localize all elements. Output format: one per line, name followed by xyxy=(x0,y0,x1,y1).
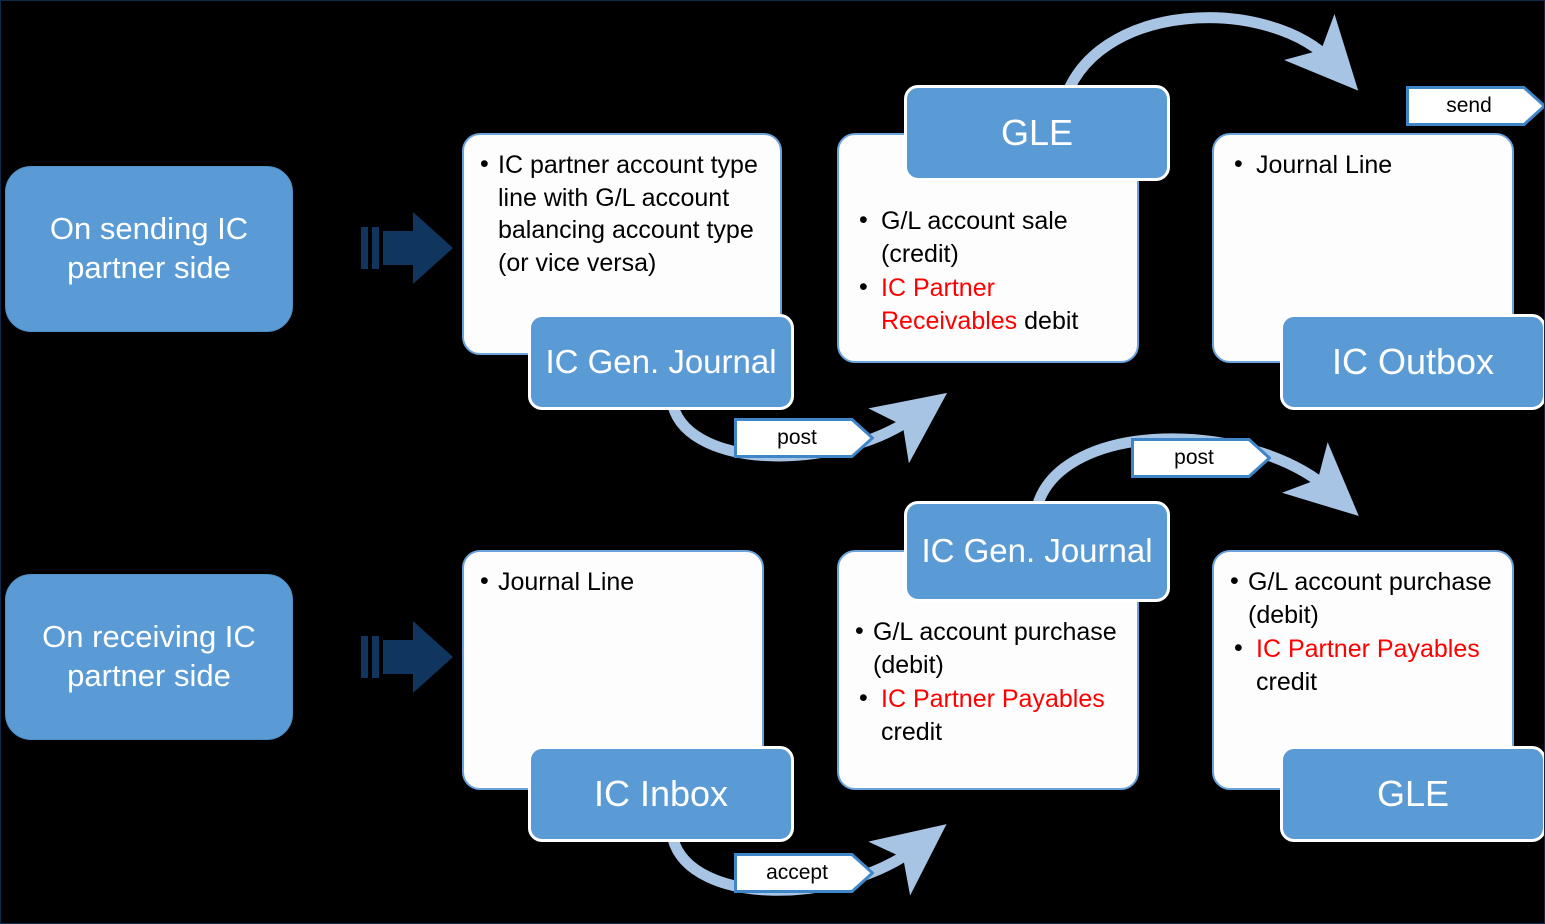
stage-box-receiving: On receiving IC partner side xyxy=(5,574,293,740)
badge-label: IC Gen. Journal xyxy=(545,342,777,380)
bullet-list: Journal Line xyxy=(478,565,746,599)
block-arrow-receiving xyxy=(361,621,453,693)
bullet-text: credit xyxy=(1256,667,1318,696)
connector-label-text: accept xyxy=(766,861,828,884)
connector-label-text: send xyxy=(1446,94,1492,117)
badge-ic-outbox: IC Outbox xyxy=(1280,314,1544,410)
stage-label-sending: On sending IC partner side xyxy=(49,211,249,285)
bullet-item-highlight: IC Partner Payables credit xyxy=(1228,632,1496,698)
diagram-canvas: On sending IC partner side IC partner ac… xyxy=(0,0,1545,924)
bullet-item: Journal Line xyxy=(1228,148,1496,182)
bullet-item: Journal Line xyxy=(478,565,746,599)
badge-gle-2: GLE xyxy=(1280,746,1544,842)
connector-label-text: post xyxy=(777,426,817,449)
bullet-item-highlight: IC Partner Payables credit xyxy=(853,682,1121,748)
block-arrow-sending xyxy=(361,212,453,284)
bullet-list: IC partner account type line with G/L ac… xyxy=(478,148,764,279)
stage-label-receiving: On receiving IC partner side xyxy=(42,619,256,693)
badge-label: GLE xyxy=(1000,111,1074,153)
bullet-list: G/L account purchase (debit) IC Partner … xyxy=(853,615,1121,748)
bullet-item: G/L account sale (credit) xyxy=(853,204,1121,270)
connector-label-accept: accept xyxy=(734,853,875,893)
bullet-item: G/L account purchase (debit) xyxy=(853,615,1121,681)
bullet-list: G/L account sale (credit) IC Partner Rec… xyxy=(853,204,1121,337)
badge-label: GLE xyxy=(1376,772,1450,814)
bullet-item: IC partner account type line with G/L ac… xyxy=(478,148,764,279)
badge-ic-inbox: IC Inbox xyxy=(528,746,794,842)
badge-label: IC Outbox xyxy=(1331,340,1495,382)
badge-gle: GLE xyxy=(904,85,1170,181)
stage-box-sending: On sending IC partner side xyxy=(5,166,293,332)
badge-label: IC Inbox xyxy=(593,772,729,814)
bullet-item-highlight: IC Partner Receivables debit xyxy=(853,271,1121,337)
highlight-text: IC Partner Payables xyxy=(881,685,1105,713)
badge-label: IC Gen. Journal xyxy=(921,532,1153,570)
highlight-text: IC Partner Receivables xyxy=(881,274,1018,335)
badge-ic-gen-journal: IC Gen. Journal xyxy=(528,314,794,410)
badge-ic-gen-journal-2: IC Gen. Journal xyxy=(904,501,1170,602)
bullet-list: G/L account purchase (debit) IC Partner … xyxy=(1228,565,1496,698)
bullet-list: Journal Line xyxy=(1228,148,1496,182)
bullet-item: G/L account purchase (debit) xyxy=(1228,565,1496,631)
connector-label-text: post xyxy=(1174,446,1214,469)
bullet-text: debit xyxy=(1017,306,1079,335)
bullet-text: credit xyxy=(881,717,943,746)
highlight-text: IC Partner Payables xyxy=(1256,635,1480,663)
connector-label-post-bottom: post xyxy=(1131,438,1272,478)
connector-label-send: send xyxy=(1406,86,1544,126)
connector-label-post-top: post xyxy=(734,418,875,458)
